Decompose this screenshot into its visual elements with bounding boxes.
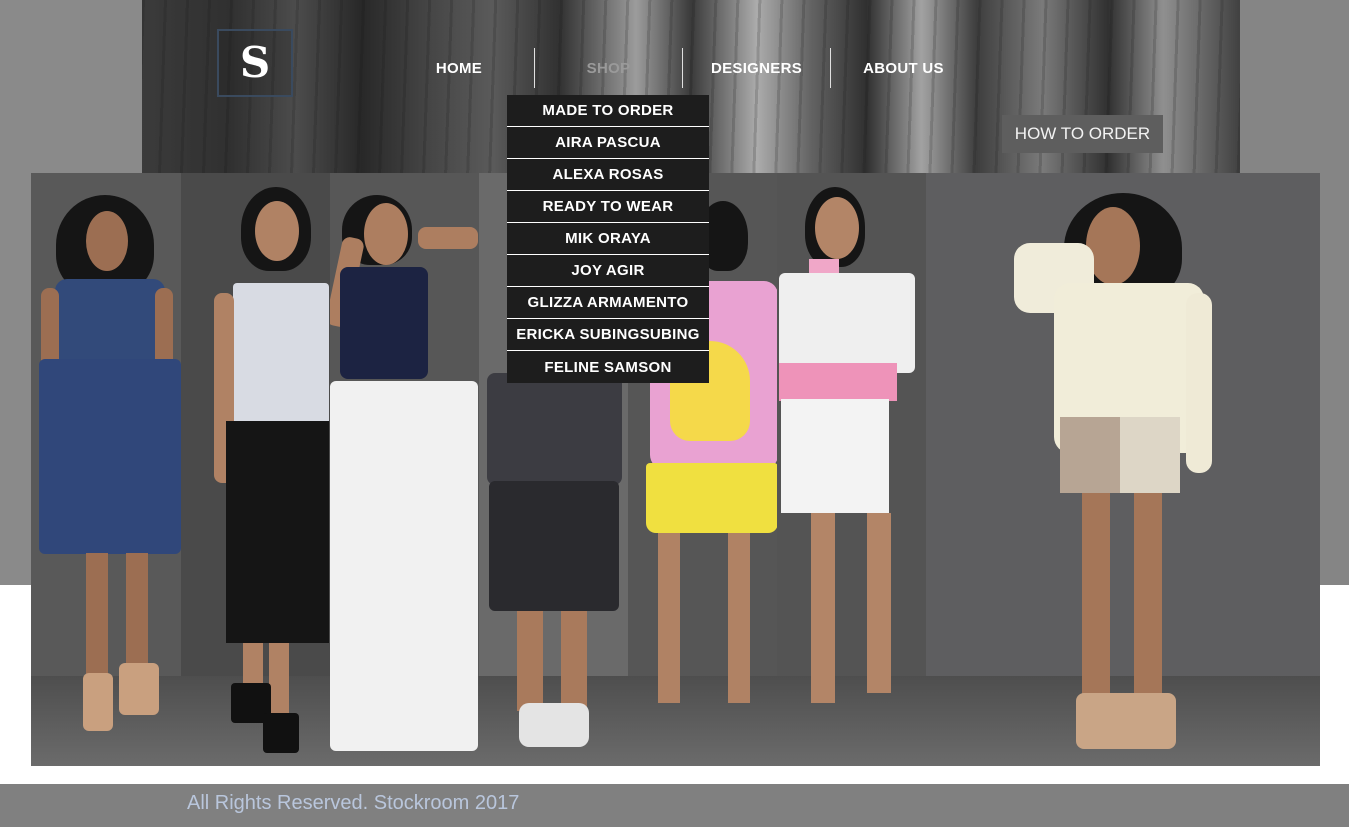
menu-item-ericka-subingsubing[interactable]: ERICKA SUBINGSUBING	[507, 319, 709, 351]
white-wide-trousers	[330, 381, 478, 751]
dark-shorts	[489, 481, 619, 611]
nav-about-us[interactable]: ABOUT US	[831, 48, 976, 88]
menu-item-aira-pascua[interactable]: AIRA PASCUA	[507, 127, 709, 159]
model-photo-white-cami	[181, 173, 330, 766]
logo-letter: S	[239, 38, 271, 87]
menu-item-feline-samson[interactable]: FELINE SAMSON	[507, 351, 709, 383]
nav-shop[interactable]: SHOP	[535, 48, 682, 88]
white-top	[779, 273, 915, 373]
menu-item-glizza-armamento[interactable]: GLIZZA ARMAMENTO	[507, 287, 709, 319]
model-head	[86, 211, 128, 271]
white-skirt	[781, 399, 889, 513]
navy-crop-top	[340, 267, 428, 379]
sneakers	[519, 703, 589, 747]
denim-top	[55, 279, 165, 359]
model-photo-wide-trousers	[330, 173, 479, 766]
grey-tee	[487, 373, 622, 485]
model-photo-cream-sweater	[926, 173, 1320, 766]
site-logo[interactable]: S	[217, 29, 293, 97]
footer: All Rights Reserved. Stockroom 2017	[0, 784, 1349, 827]
black-skirt	[226, 421, 329, 643]
nav-designers[interactable]: DESIGNERS	[683, 48, 830, 88]
menu-item-ready-to-wear[interactable]: READY TO WEAR	[507, 191, 709, 223]
shop-dropdown-menu: MADE TO ORDER AIRA PASCUA ALEXA ROSAS RE…	[507, 95, 709, 383]
menu-item-made-to-order[interactable]: MADE TO ORDER	[507, 95, 709, 127]
model-photo-pleated-top	[777, 173, 926, 766]
main-nav: HOME SHOP DESIGNERS ABOUT US	[384, 48, 976, 88]
yellow-skirt	[646, 463, 777, 533]
white-cami-top	[233, 283, 329, 427]
denim-shorts	[39, 359, 181, 554]
menu-item-mik-oraya[interactable]: MIK ORAYA	[507, 223, 709, 255]
nav-home[interactable]: HOME	[384, 48, 534, 88]
copyright-text: All Rights Reserved. Stockroom 2017	[187, 792, 520, 814]
menu-item-alexa-rosas[interactable]: ALEXA ROSAS	[507, 159, 709, 191]
pink-pleats	[779, 363, 897, 401]
model-photo-denim-jumpsuit	[31, 173, 181, 766]
how-to-order-button[interactable]: HOW TO ORDER	[1002, 115, 1163, 153]
page: S HOME SHOP DESIGNERS ABOUT US MADE TO O…	[0, 0, 1349, 827]
ankle-boots	[1076, 693, 1176, 749]
menu-item-joy-agir[interactable]: JOY AGIR	[507, 255, 709, 287]
